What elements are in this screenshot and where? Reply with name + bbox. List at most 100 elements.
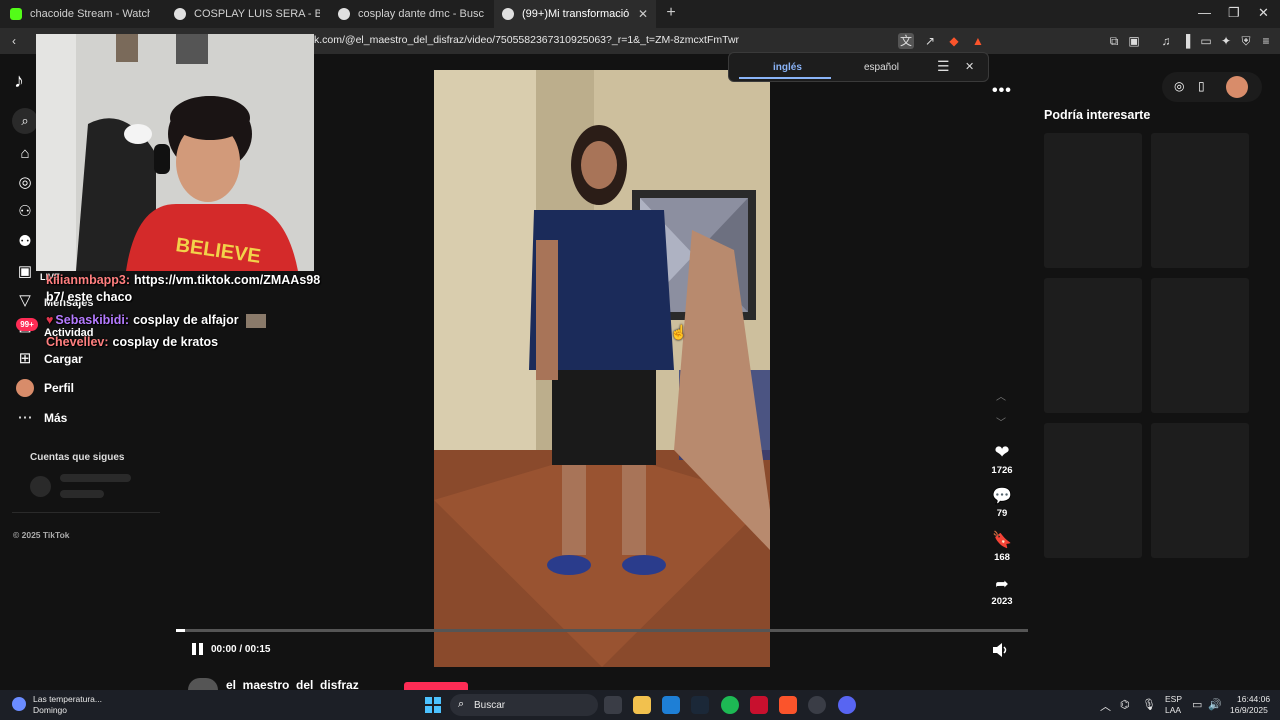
suggested-thumbnail[interactable] (1044, 133, 1142, 268)
sidebar-item-profile[interactable]: Perfil (0, 375, 74, 401)
translate-icon[interactable]: 文 (898, 33, 914, 49)
chat-message: kilianmbapp3: https://vm.tiktok.com/ZMAAs… (46, 273, 320, 287)
suggested-thumbnail[interactable] (1044, 278, 1142, 413)
user-avatar[interactable] (1226, 76, 1248, 98)
file-explorer-icon[interactable] (633, 696, 651, 714)
extensions-icon[interactable]: ⧉ (1106, 33, 1122, 49)
bookmark-icon: 🔖 (992, 532, 1012, 549)
new-tab-button[interactable]: + (662, 4, 680, 22)
microphone-icon[interactable]: 🎙 (1142, 698, 1156, 711)
weather-subtitle: Domingo (33, 705, 68, 715)
tab-google-search-2[interactable]: cosplay dante dmc - Buscar con Goo (330, 0, 492, 28)
steam-icon[interactable] (691, 696, 709, 714)
translate-menu-icon[interactable]: ☰ (937, 58, 950, 75)
input-layout[interactable]: LAA (1165, 705, 1181, 715)
screenshot-icon[interactable]: ▣ (1126, 33, 1142, 49)
chat-username: Chevellev: (46, 335, 109, 349)
skeleton-avatar (30, 476, 51, 497)
author-strip: el_maestro_del_disfraz (176, 678, 1028, 692)
comment-button[interactable]: 💬 79 (987, 486, 1017, 519)
chat-message: ♥ Sebaskibidi: cosplay de alfajor (46, 313, 267, 328)
save-button[interactable]: 🔖 168 (987, 530, 1017, 563)
author-avatar[interactable] (188, 678, 218, 690)
task-view-icon[interactable] (604, 696, 622, 714)
obs-icon[interactable] (808, 696, 826, 714)
chat-username: Sebaskibidi: (55, 313, 130, 327)
network-icon[interactable]: ⌬ (1120, 698, 1130, 711)
sidebar-divider (12, 512, 160, 513)
translate-lang-to[interactable]: español (864, 62, 899, 73)
sidebar-toggle-icon[interactable]: ▐ (1178, 33, 1194, 49)
skeleton-line (60, 474, 131, 482)
menu-icon[interactable]: ≡ (1258, 33, 1274, 49)
sidebar-item-home[interactable]: ⌂ (0, 141, 36, 167)
like-button[interactable]: ❤ 1726 (987, 442, 1017, 476)
speaker-icon[interactable]: 🔊 (1208, 698, 1222, 711)
suggested-thumbnail[interactable] (1151, 423, 1249, 558)
like-count: 1726 (991, 465, 1013, 476)
pause-button[interactable] (191, 642, 205, 656)
bing-icon[interactable] (662, 696, 680, 714)
device-icon[interactable]: ▯ (1198, 79, 1205, 93)
input-language[interactable]: ESP (1165, 694, 1182, 704)
windows-start-icon[interactable] (425, 697, 441, 713)
suggested-thumbnail[interactable] (1044, 423, 1142, 558)
chevron-down-icon[interactable]: ﹀ (994, 414, 1008, 429)
copyright-text: © 2025 TikTok (13, 530, 70, 540)
close-window-button[interactable]: ✕ (1258, 5, 1269, 21)
back-icon[interactable]: ‹ (6, 33, 22, 49)
share-button[interactable]: ➦ 2023 (987, 574, 1017, 607)
browser-tab-bar: chacoide Stream - Watch Live on COSPLAY … (0, 0, 1280, 28)
brave-rewards-icon[interactable]: ▲ (970, 33, 986, 49)
spotify-icon[interactable] (721, 696, 739, 714)
search-icon[interactable]: ⌕ (12, 108, 38, 134)
heart-icon: ❤ (994, 442, 1010, 462)
emote-icon (246, 313, 267, 328)
profile-avatar-icon (14, 377, 36, 399)
weather-title[interactable]: Las temperatura... (33, 694, 102, 704)
translate-close-icon[interactable]: ✕ (965, 60, 974, 73)
timecode: 00:00 / 00:15 (211, 644, 271, 655)
brave-browser-icon[interactable] (779, 696, 797, 714)
taskbar-search[interactable]: ⌕ Buscar (450, 694, 598, 716)
translate-lang-from[interactable]: inglés (773, 62, 802, 73)
minimize-button[interactable]: — (1198, 5, 1211, 20)
video-frame[interactable] (434, 70, 770, 667)
display-icon[interactable]: ▭ (1192, 698, 1202, 711)
tiktok-logo-icon[interactable]: ♪ (14, 70, 24, 93)
app-icon[interactable] (750, 696, 768, 714)
coin-icon[interactable]: ◎ (1174, 79, 1184, 93)
tab-title: chacoide Stream - Watch Live on (30, 8, 150, 20)
close-tab-icon[interactable]: ✕ (638, 7, 648, 21)
tab-tiktok-video[interactable]: (99+)Mi transformación en tung ✕ (494, 0, 656, 28)
wallet-icon[interactable]: ▭ (1198, 33, 1214, 49)
translate-popup: inglés español ☰ ✕ (728, 52, 989, 82)
suggested-thumbnail[interactable] (1151, 278, 1249, 413)
restore-button[interactable]: ❐ (1228, 5, 1240, 21)
media-icon[interactable]: ♫ (1158, 33, 1174, 49)
clock-date[interactable]: 16/9/2025 (1230, 705, 1268, 715)
follow-button[interactable] (404, 682, 468, 690)
tray-chevron-icon[interactable]: ︿ (1100, 698, 1111, 714)
url-field[interactable]: k.com/@el_maestro_del_disfraz/video/7505… (314, 34, 739, 46)
sidebar-item-friends[interactable]: ⚉ (0, 229, 36, 255)
live-icon: ▣ (17, 263, 33, 280)
share-icon[interactable]: ↗ (922, 33, 938, 49)
more-options-icon[interactable]: ••• (992, 82, 1012, 100)
weather-icon[interactable] (12, 697, 26, 711)
tab-google-search-1[interactable]: COSPLAY LUIS SERA - Buscar con Go (166, 0, 328, 28)
sidebar-item-explore[interactable]: ◎ (0, 170, 36, 196)
progress-bar[interactable] (176, 629, 1028, 632)
sidebar-item-more[interactable]: ⋯ Más (0, 405, 68, 431)
sidebar-item-following[interactable]: ⚇ (0, 199, 36, 225)
vpn-icon[interactable]: ⛨ (1238, 33, 1254, 49)
discord-icon[interactable] (838, 696, 856, 714)
sidebar-item-upload[interactable]: ⊞ Cargar (0, 346, 83, 372)
leo-ai-icon[interactable]: ✦ (1218, 33, 1234, 49)
suggested-thumbnail[interactable] (1151, 133, 1249, 268)
clock-time[interactable]: 16:44:06 (1237, 694, 1270, 704)
tab-kick-stream[interactable]: chacoide Stream - Watch Live on (2, 0, 164, 28)
volume-button[interactable] (992, 642, 1010, 658)
brave-shield-icon[interactable]: ◆ (946, 33, 962, 49)
chevron-up-icon[interactable]: ︿ (994, 388, 1008, 403)
